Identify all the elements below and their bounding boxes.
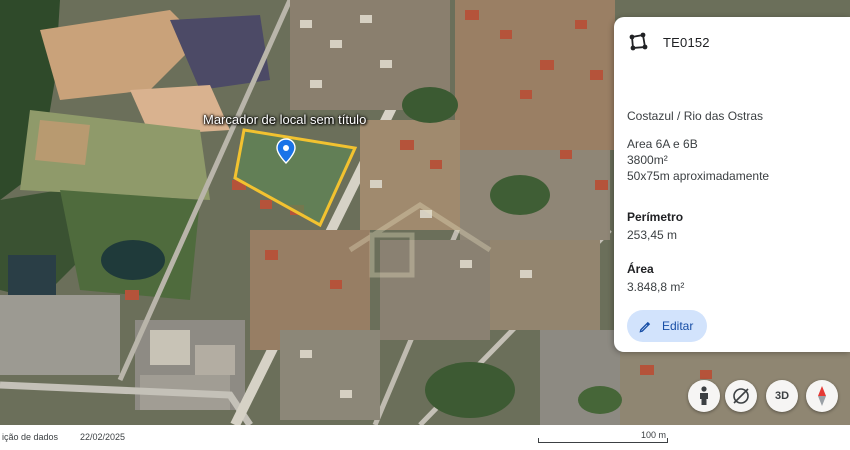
feature-description: Area 6A e 6B 3800m² 50x75m aproximadamen… bbox=[627, 136, 836, 184]
pencil-icon bbox=[639, 321, 651, 333]
compass-icon bbox=[818, 386, 826, 406]
description-line: Area 6A e 6B bbox=[627, 137, 698, 151]
edit-button[interactable]: Editar bbox=[627, 310, 708, 342]
tilt-icon bbox=[733, 388, 749, 404]
three-d-toggle[interactable]: 3D bbox=[766, 380, 798, 412]
imagery-date: 22/02/2025 bbox=[80, 432, 126, 442]
pegman-icon bbox=[700, 386, 708, 405]
polygon-shape-icon bbox=[629, 32, 648, 51]
tilt-button[interactable] bbox=[725, 380, 757, 412]
scale-label[interactable]: 100 m bbox=[641, 430, 666, 440]
street-view-pegman-button[interactable] bbox=[688, 380, 720, 412]
description-line: 50x75m aproximadamente bbox=[627, 169, 770, 183]
perimeter-value: 253,45 m bbox=[627, 228, 678, 242]
map-footer: ição de dados 22/02/2025 100 m bbox=[0, 425, 850, 450]
area-label: Área bbox=[627, 262, 654, 276]
edit-label: Editar bbox=[662, 319, 694, 333]
panel-header: TE0152 bbox=[627, 31, 836, 53]
area-value: 3.848,8 m² bbox=[627, 280, 685, 294]
area-block: Área 3.848,8 m² bbox=[627, 262, 836, 294]
feature-location: Costazul / Rio das Ostras bbox=[627, 109, 764, 123]
perimeter-label: Perímetro bbox=[627, 210, 684, 224]
perimeter-block: Perímetro 253,45 m bbox=[627, 210, 836, 242]
compass-button[interactable] bbox=[806, 380, 838, 412]
place-label[interactable]: Marcador de local sem título bbox=[203, 112, 366, 127]
description-line: 3800m² bbox=[627, 153, 668, 167]
feature-info-panel: TE0152 Costazul / Rio das Ostras Area 6A… bbox=[614, 17, 850, 352]
feature-title: TE0152 bbox=[663, 34, 710, 50]
data-attribution-link[interactable]: ição de dados bbox=[2, 432, 58, 442]
location-pin-icon[interactable] bbox=[276, 138, 296, 164]
